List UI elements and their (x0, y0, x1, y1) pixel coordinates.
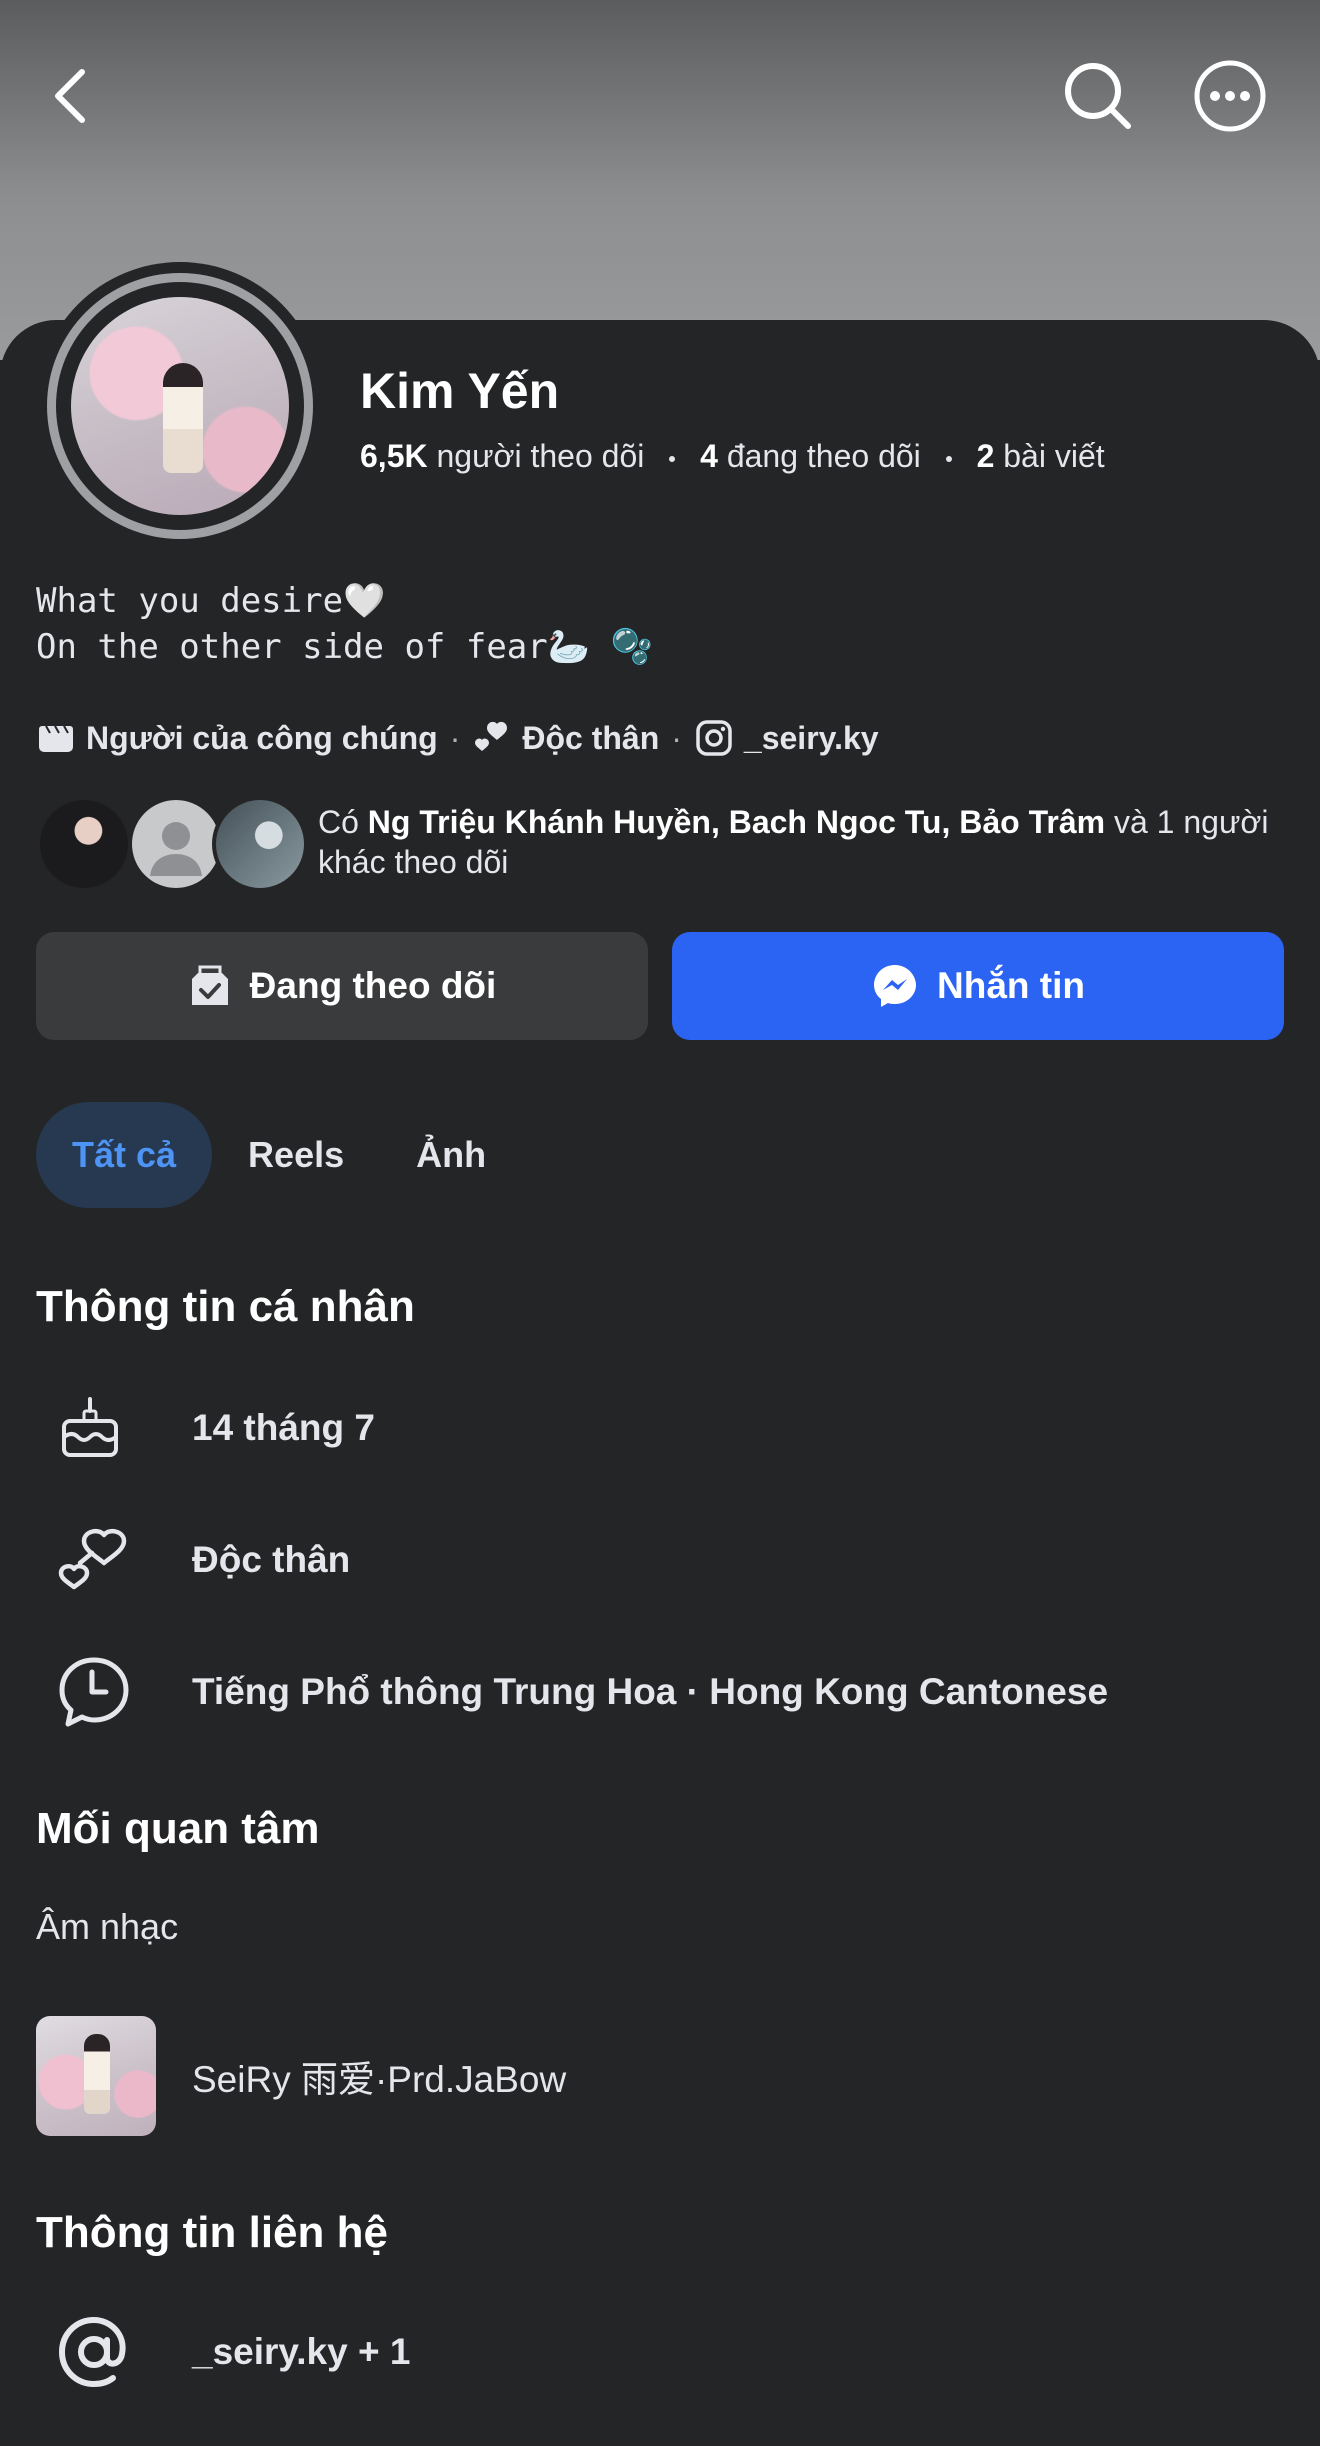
profile-tabs: Tất cả Reels Ảnh (36, 1102, 522, 1208)
interest-category: Âm nhạc (36, 1906, 179, 1947)
tab-reels[interactable]: Reels (212, 1102, 380, 1208)
profile-name: Kim Yến (360, 363, 560, 419)
mutual-avatar (36, 796, 132, 892)
chevron-left-icon (55, 69, 85, 123)
speech-clock-icon (36, 1656, 156, 1728)
bio-line-1: What you desire🤍 (36, 581, 386, 621)
stats-separator (945, 455, 952, 462)
message-button[interactable]: Nhắn tin (672, 932, 1284, 1040)
interest-item[interactable]: SeiRy 雨爱·Prd.JaBow (36, 2016, 1286, 2136)
hearts-icon (472, 718, 512, 758)
profile-stats: 6,5K người theo dõi 4 đang theo dõi 2 bà… (360, 438, 1105, 475)
following-label: Đang theo dõi (249, 965, 497, 1006)
category-text: Người của công chúng (86, 719, 438, 756)
contact-text: _seiry.ky + 1 (192, 2331, 411, 2372)
at-sign-icon (36, 2316, 156, 2388)
more-horizontal-icon (1194, 60, 1266, 132)
relationship-text: Độc thân (522, 719, 660, 756)
avatar[interactable] (36, 262, 324, 550)
profile-photo (71, 297, 289, 515)
relationship-row: Độc thân (36, 1510, 1286, 1610)
instagram-link[interactable]: _seiry.ky (744, 720, 879, 757)
cake-icon (36, 1395, 156, 1461)
birthday-row: 14 tháng 7 (36, 1378, 1286, 1478)
messenger-icon (871, 962, 919, 1010)
mutual-avatar (212, 796, 308, 892)
relationship-text: Độc thân (192, 1539, 351, 1580)
interests-title: Mối quan tâm (36, 1804, 320, 1853)
more-options-button[interactable] (1190, 56, 1270, 136)
following-check-icon (188, 963, 232, 1009)
mutual-followers[interactable]: Có Ng Triệu Khánh Huyền, Bach Ngoc Tu, B… (36, 790, 1286, 900)
personal-info-title: Thông tin cá nhân (36, 1282, 415, 1331)
back-button[interactable] (30, 56, 110, 136)
search-button[interactable] (1058, 56, 1138, 136)
following-button[interactable]: Đang theo dõi (36, 932, 648, 1040)
following-label[interactable]: đang theo dõi (727, 438, 921, 474)
languages-row: Tiếng Phổ thông Trung Hoa · Hong Kong Ca… (36, 1642, 1286, 1742)
clapperboard-icon (36, 718, 76, 758)
tab-all[interactable]: Tất cả (36, 1102, 213, 1208)
interest-thumbnail (36, 2016, 156, 2136)
profile-meta-row: Người của công chúng · Độc thân · _seiry… (36, 716, 879, 760)
contact-row[interactable]: _seiry.ky + 1 (36, 2302, 1286, 2402)
tab-photos[interactable]: Ảnh (380, 1102, 522, 1208)
instagram-icon (694, 718, 734, 758)
profile-bio: What you desire🤍 On the other side of fe… (36, 578, 653, 670)
mutual-names: Ng Triệu Khánh Huyền, Bach Ngoc Tu, Bảo … (367, 804, 1106, 840)
contact-info-title: Thông tin liên hệ (36, 2208, 388, 2257)
mutual-followers-text: Có Ng Triệu Khánh Huyền, Bach Ngoc Tu, B… (318, 804, 1269, 880)
birthday-text: 14 tháng 7 (192, 1407, 375, 1448)
posts-count: 2 (976, 438, 995, 474)
following-count[interactable]: 4 (700, 438, 718, 474)
followers-label[interactable]: người theo dõi (436, 438, 644, 474)
mutual-avatar (128, 796, 224, 892)
followers-count[interactable]: 6,5K (360, 438, 428, 474)
bio-line-2: On the other side of fear🦢 🫧 (36, 627, 653, 667)
message-label: Nhắn tin (937, 965, 1085, 1006)
stats-separator (669, 455, 676, 462)
search-icon (1065, 63, 1131, 129)
languages-text: Tiếng Phổ thông Trung Hoa · Hong Kong Ca… (192, 1671, 1109, 1712)
interest-title: SeiRy 雨爱·Prd.JaBow (192, 2059, 567, 2100)
posts-label: bài viết (1003, 438, 1105, 474)
story-ring (47, 273, 313, 539)
hearts-outline-icon (36, 1525, 156, 1595)
